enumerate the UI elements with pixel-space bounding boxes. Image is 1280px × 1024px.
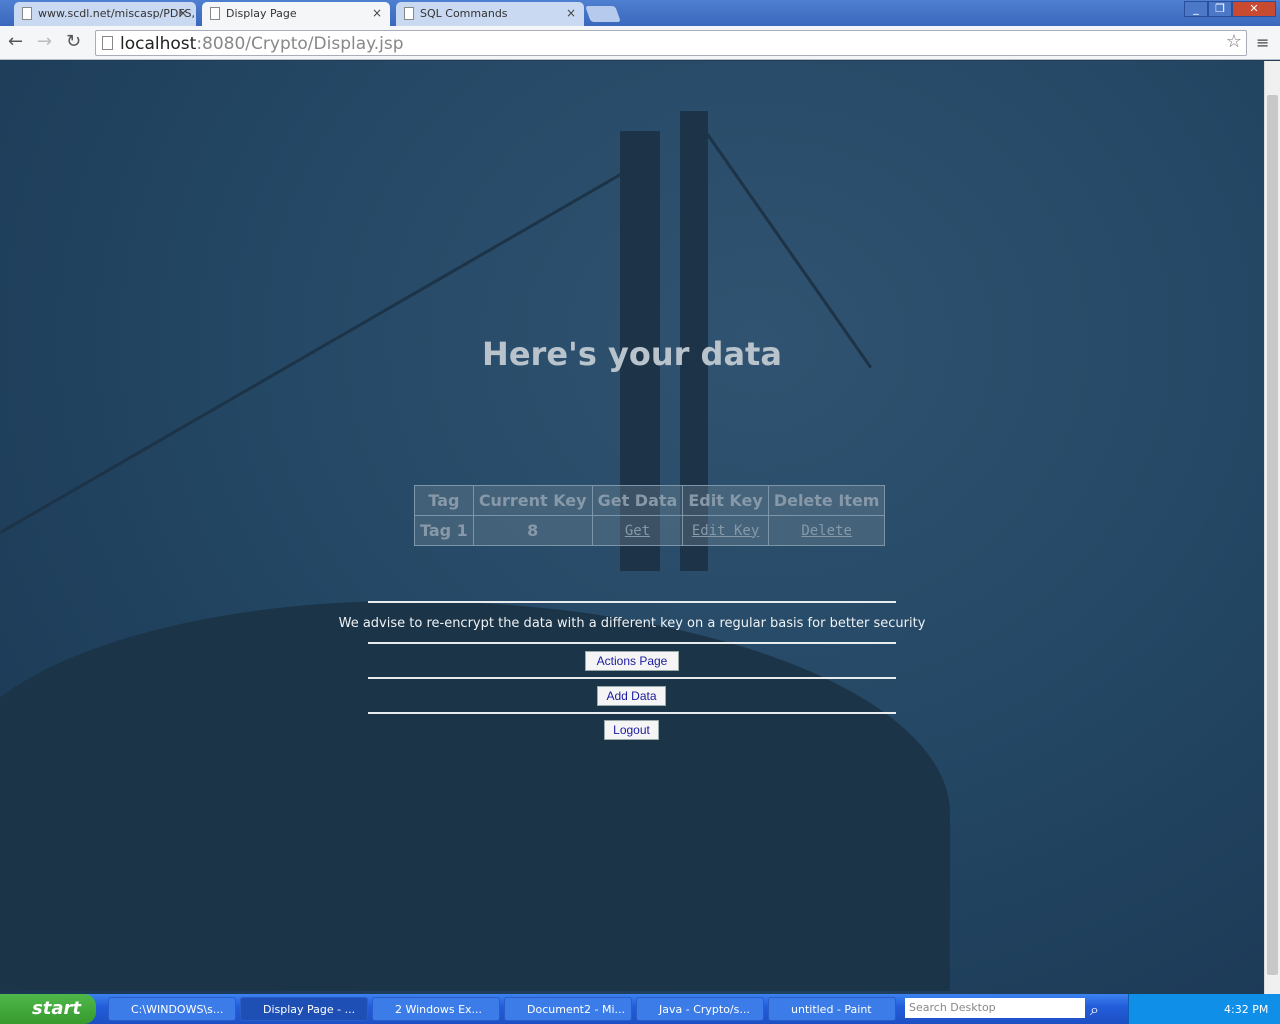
page-title: Here's your data [482, 335, 782, 373]
page-icon [404, 7, 414, 20]
tab-strip: www.scdl.net/miscasp/PDFS, × Display Page… [0, 0, 1280, 26]
close-window-button[interactable]: ✕ [1232, 1, 1276, 17]
taskbar: start C:\WINDOWS\s... Display Page - ...… [0, 994, 1280, 1024]
task-display-page[interactable]: Display Page - ... [240, 997, 368, 1021]
close-icon[interactable]: × [372, 6, 382, 20]
tab-title: www.scdl.net/miscasp/PDFS, [38, 7, 195, 20]
page-content: Here's your data Tag Current Key Get Dat… [0, 61, 1264, 994]
system-tray: 4:32 PM [1128, 994, 1280, 1024]
cell-key: 8 [472, 515, 593, 546]
add-data-button[interactable]: Add Data [597, 686, 666, 706]
close-icon[interactable]: × [178, 6, 188, 20]
header-current-key: Current Key [472, 485, 593, 516]
header-edit-key: Edit Key [682, 485, 769, 516]
divider [368, 712, 896, 714]
browser-toolbar: ← → ↻ localhost:8080/Crypto/Display.jsp ☆… [0, 26, 1280, 60]
scrollbar[interactable] [1264, 61, 1280, 994]
task-windows-explorer[interactable]: 2 Windows Ex... [372, 997, 500, 1021]
star-icon[interactable]: ☆ [1226, 31, 1242, 52]
new-tab-button[interactable] [585, 6, 621, 22]
header-tag: Tag [414, 485, 474, 516]
background-hill [0, 601, 950, 991]
page-icon [22, 7, 32, 20]
advice-text: We advise to re-encrypt the data with a … [338, 616, 926, 631]
task-cmd[interactable]: C:\WINDOWS\s... [108, 997, 236, 1021]
edit-key-link[interactable]: Edit Key [682, 515, 769, 546]
tab-title: SQL Commands [420, 7, 508, 20]
tab-display-page[interactable]: Display Page × [202, 2, 390, 26]
address-bar[interactable]: localhost:8080/Crypto/Display.jsp ☆ [95, 30, 1247, 56]
logout-button[interactable]: Logout [604, 720, 659, 740]
cell-tag: Tag 1 [414, 515, 474, 546]
close-icon[interactable]: × [566, 6, 576, 20]
delete-link[interactable]: Delete [767, 515, 886, 546]
restore-button[interactable]: ❐ [1208, 1, 1232, 17]
page-icon [210, 7, 220, 20]
divider [368, 677, 896, 679]
table-row: Tag 1 8 Get Edit Key Delete [414, 515, 886, 546]
reload-icon[interactable]: ↻ [66, 31, 81, 52]
data-table: Tag Current Key Get Data Edit Key Delete… [414, 485, 886, 546]
desktop-search-input[interactable]: Search Desktop [905, 998, 1085, 1018]
tab-sql-commands[interactable]: SQL Commands × [396, 2, 584, 26]
header-delete-item: Delete Item [767, 485, 886, 516]
scrollbar-thumb[interactable] [1267, 95, 1278, 975]
forward-icon[interactable]: → [37, 31, 52, 52]
start-label: start [32, 998, 81, 1019]
bridge-cable [697, 121, 873, 369]
start-button[interactable]: start [0, 994, 96, 1024]
get-link[interactable]: Get [591, 515, 684, 546]
back-icon[interactable]: ← [8, 31, 23, 52]
page-icon [102, 36, 113, 50]
menu-icon[interactable]: ≡ [1256, 33, 1269, 52]
header-get-data: Get Data [591, 485, 684, 516]
actions-page-button[interactable]: Actions Page [585, 651, 679, 671]
clock: 4:32 PM [1224, 1003, 1269, 1016]
search-icon[interactable]: ⌕ [1090, 1000, 1099, 1020]
url-host: localhost [120, 34, 197, 54]
tab-title: Display Page [226, 7, 297, 20]
task-java[interactable]: Java - Crypto/s... [636, 997, 764, 1021]
minimize-button[interactable]: _ [1184, 1, 1208, 17]
table-header-row: Tag Current Key Get Data Edit Key Delete… [414, 485, 886, 516]
divider [368, 642, 896, 644]
url-path: :8080/Crypto/Display.jsp [196, 34, 404, 54]
divider [368, 601, 896, 603]
task-word[interactable]: Document2 - Mi... [504, 997, 632, 1021]
task-paint[interactable]: untitled - Paint [768, 997, 896, 1021]
tab-scdl[interactable]: www.scdl.net/miscasp/PDFS, × [14, 2, 196, 26]
